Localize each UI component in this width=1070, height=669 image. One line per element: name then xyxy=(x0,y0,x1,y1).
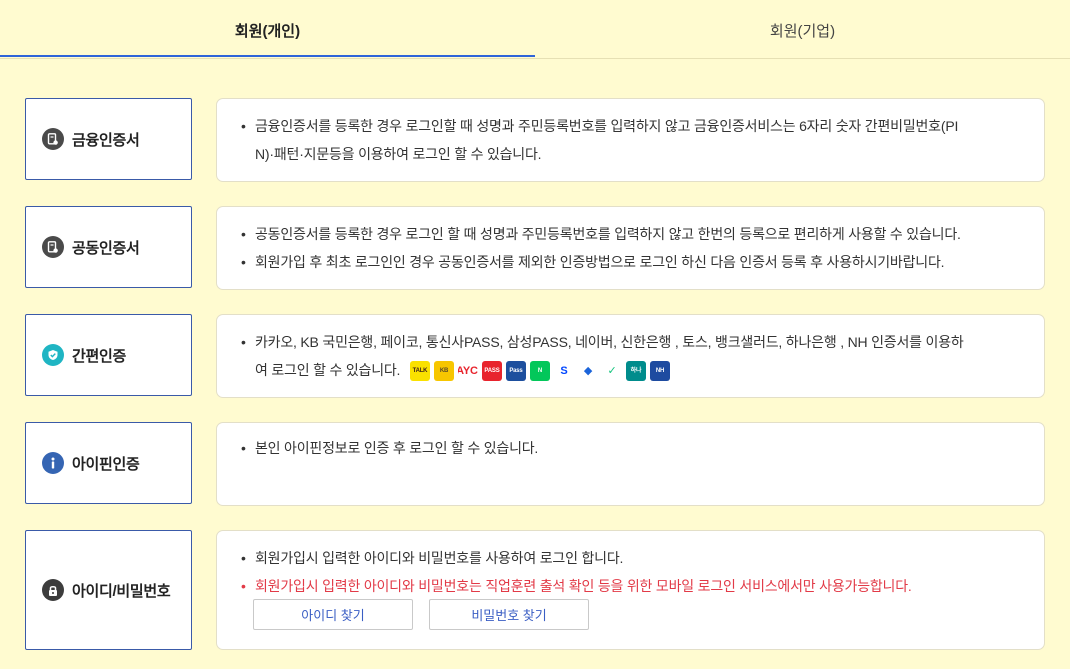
find-id-button[interactable]: 아이디 찾기 xyxy=(253,599,413,630)
id-password-description: 회원가입시 입력한 아이디와 비밀번호를 사용하여 로그인 합니다. 회원가입시… xyxy=(216,530,1045,650)
login-type-tabs: 회원(개인) 회원(기업) xyxy=(0,0,1070,59)
kb-icon: KB xyxy=(433,361,454,382)
joint-certificate-description: 공동인증서를 등록한 경우 로그인 할 때 성명과 주민등록번호를 입력하지 않… xyxy=(216,206,1045,290)
pass-icon: PASS xyxy=(481,361,502,382)
finance-certificate-description: 금융인증서를 등록한 경우 로그인할 때 성명과 주민등록번호를 입력하지 않고… xyxy=(216,98,1045,182)
hana-icon: 하나 xyxy=(625,361,646,382)
tab-individual-member[interactable]: 회원(개인) xyxy=(0,0,535,57)
banksalad-icon: ✓ xyxy=(601,361,622,382)
certificate-icon xyxy=(42,128,64,150)
method-ipin[interactable]: 아이핀인증 xyxy=(25,422,192,504)
method-joint-certificate[interactable]: 공동인증서 xyxy=(25,206,192,288)
method-label: 공동인증서 xyxy=(72,239,140,257)
method-id-password[interactable]: 아이디/비밀번호 xyxy=(25,530,192,650)
samsung-pass-icon: Pass xyxy=(505,361,526,382)
description-line: 회원가입 후 최초 로그인인 경우 공동인증서를 제외한 인증방법으로 로그인 … xyxy=(241,248,1026,276)
check-shield-icon xyxy=(42,344,64,366)
description-line: 금융인증서를 등록한 경우 로그인할 때 성명과 주민등록번호를 입력하지 않고… xyxy=(241,112,1026,168)
method-label: 아이핀인증 xyxy=(72,455,140,473)
shinhan-icon: S xyxy=(553,361,574,382)
active-tab-underline xyxy=(0,55,535,57)
find-password-button[interactable]: 비밀번호 찾기 xyxy=(429,599,589,630)
ipin-description: 본인 아이핀정보로 인증 후 로그인 할 수 있습니다. xyxy=(216,422,1045,506)
naver-icon: N xyxy=(529,361,550,382)
description-line: 카카오, KB 국민은행, 페이코, 통신사PASS, 삼성PASS, 네이버,… xyxy=(241,328,1026,384)
tab-corporate-member[interactable]: 회원(기업) xyxy=(535,0,1070,57)
method-label: 간편인증 xyxy=(72,347,127,365)
provider-logos: TALKKBPAYCOPASSPassNS◆✓하나NH xyxy=(409,361,674,382)
lock-icon xyxy=(42,579,64,601)
warning-line: 회원가입시 입력한 아이디와 비밀번호는 직업훈련 출석 확인 등을 위한 모바… xyxy=(241,572,1026,600)
simple-auth-description: 카카오, KB 국민은행, 페이코, 통신사PASS, 삼성PASS, 네이버,… xyxy=(216,314,1045,398)
method-simple-auth[interactable]: 간편인증 xyxy=(25,314,192,396)
payco-icon: PAYCO xyxy=(457,361,478,382)
description-line: 본인 아이핀정보로 인증 후 로그인 할 수 있습니다. xyxy=(241,436,1026,460)
info-icon xyxy=(42,452,64,474)
toss-icon: ◆ xyxy=(577,361,598,382)
description-line: 공동인증서를 등록한 경우 로그인 할 때 성명과 주민등록번호를 입력하지 않… xyxy=(241,220,1026,248)
method-label: 아이디/비밀번호 xyxy=(72,582,171,600)
method-finance-certificate[interactable]: 금융인증서 xyxy=(25,98,192,180)
description-line: 회원가입시 입력한 아이디와 비밀번호를 사용하여 로그인 합니다. xyxy=(241,544,1026,572)
nh-icon: NH xyxy=(649,361,670,382)
kakao-icon: TALK xyxy=(409,361,430,382)
method-label: 금융인증서 xyxy=(72,131,140,149)
certificate-icon xyxy=(42,236,64,258)
